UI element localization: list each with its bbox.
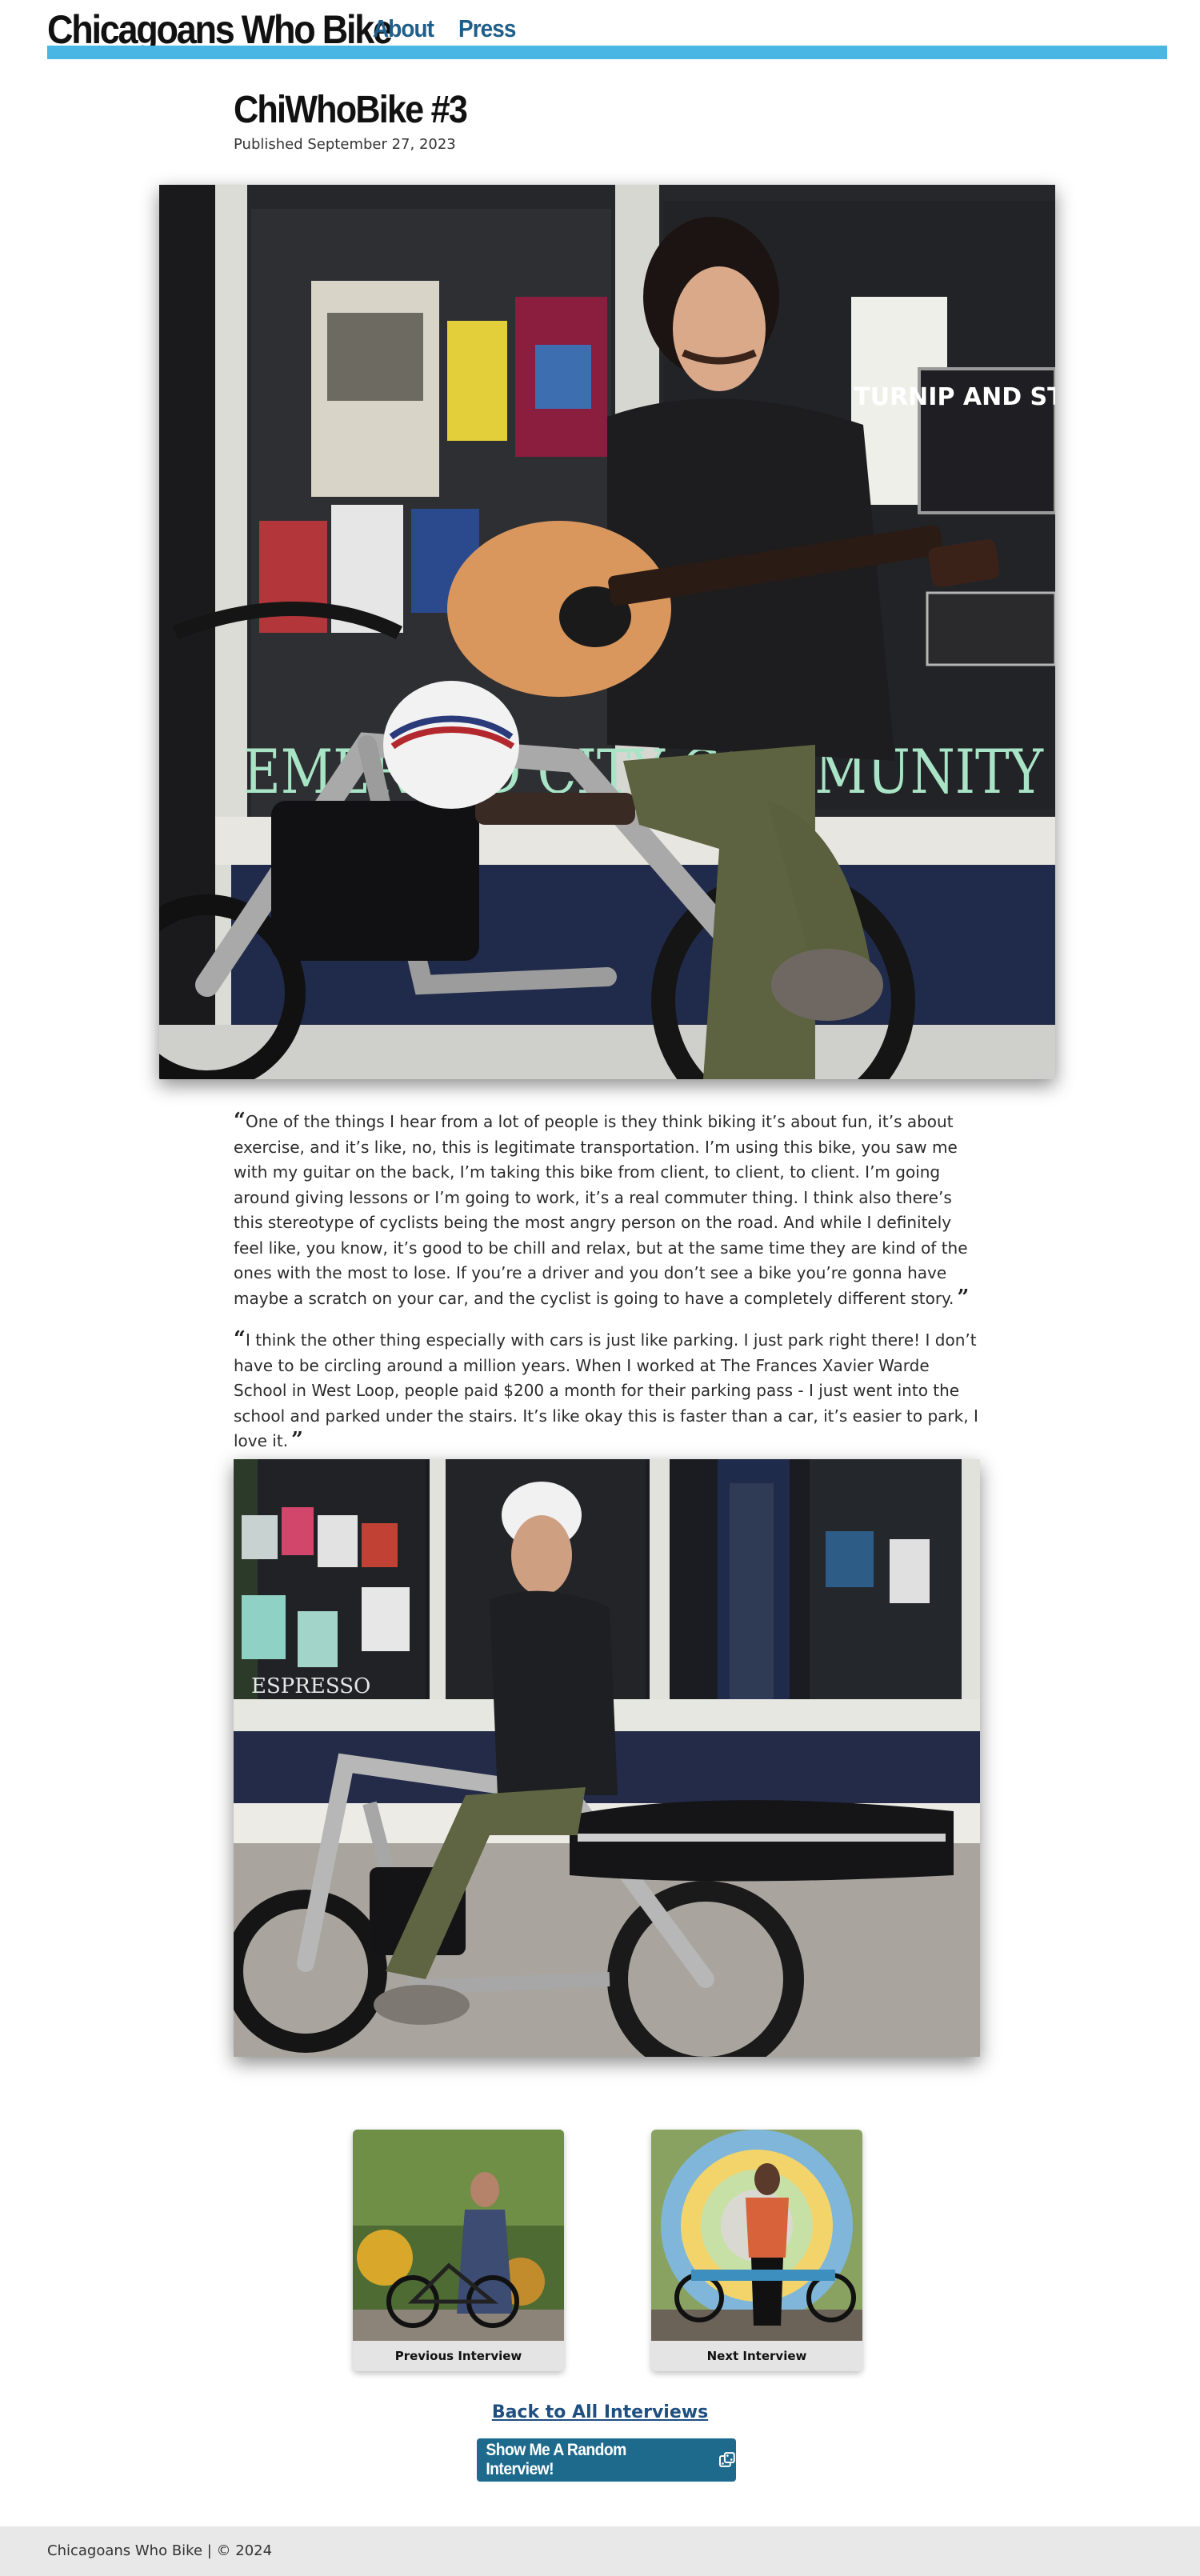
main-nav: About Press [373, 13, 522, 45]
post-title: ChiWhoBike #3 [234, 89, 468, 131]
random-interview-button[interactable]: Show Me A Random Interview! [477, 2438, 736, 2482]
site-header: Chicagoans Who Bike About Press [47, 0, 1167, 59]
nav-press-link[interactable]: Press [458, 13, 516, 45]
open-quote-mark: “ [234, 1109, 246, 1133]
close-quote-mark: ” [957, 1285, 970, 1310]
header-accent-bar [47, 46, 1167, 59]
previous-interview-label: Previous Interview [394, 2349, 522, 2363]
photo-illustration: ESPRESSO [234, 1459, 980, 2057]
open-quote-mark: “ [234, 1327, 246, 1351]
dice-icon [719, 2452, 736, 2467]
interview-photo-second: ESPRESSO [234, 1459, 980, 2057]
back-to-all-interviews-link[interactable]: Back to All Interviews [0, 2400, 1200, 2426]
previous-interview-card[interactable]: Previous Interview [353, 2130, 564, 2371]
interview-photo-main: TURNIP AND STONE EMERALD CITY COMMUNITY [159, 185, 1055, 1079]
quote-paragraph-2: “I think the other thing especially with… [234, 1328, 983, 1454]
random-interview-button-label: Show Me A Random Interview! [486, 2441, 626, 2478]
next-interview-card[interactable]: Next Interview [651, 2130, 862, 2371]
window-text: ESPRESSO [251, 1674, 370, 1698]
poster-text: TURNIP AND STONE [854, 383, 1055, 411]
photo-illustration: TURNIP AND STONE EMERALD CITY COMMUNITY [159, 185, 1055, 1079]
quote-text-1: One of the things I hear from a lot of p… [234, 1112, 968, 1308]
site-footer: Chicagoans Who Bike | © 2024 [0, 2526, 1200, 2576]
quote-paragraph-1: “One of the things I hear from a lot of … [234, 1110, 983, 1311]
post-date: Published September 27, 2023 [234, 136, 456, 153]
close-quote-mark: ” [291, 1428, 304, 1452]
previous-interview-thumbnail [353, 2130, 564, 2341]
next-interview-thumbnail [651, 2130, 862, 2341]
footer-copyright: Chicagoans Who Bike | © 2024 [47, 2542, 273, 2559]
quote-text-2: I think the other thing especially with … [234, 1330, 978, 1450]
nav-about-link[interactable]: About [373, 13, 434, 45]
next-interview-label: Next Interview [706, 2349, 807, 2363]
